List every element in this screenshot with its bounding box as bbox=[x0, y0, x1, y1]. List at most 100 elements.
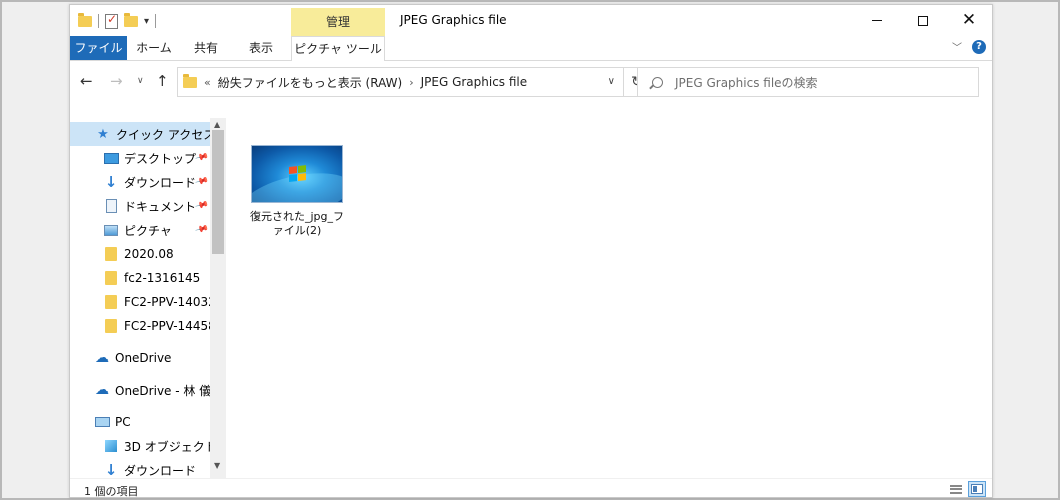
sidebar-item-folder[interactable]: fc2-1316145 bbox=[70, 266, 210, 290]
breadcrumb-separator[interactable]: › bbox=[402, 76, 420, 89]
help-icon[interactable]: ? bbox=[972, 39, 986, 54]
scroll-up-icon[interactable]: ▲ bbox=[214, 120, 220, 129]
sidebar-item-folder[interactable]: FC2-PPV-140325 bbox=[70, 290, 210, 314]
sidebar-item-folder[interactable]: 2020.08 bbox=[70, 242, 210, 266]
tab-share[interactable]: 共有 bbox=[185, 36, 227, 60]
folder-icon bbox=[103, 294, 119, 310]
sidebar-item-label: OneDrive bbox=[115, 351, 172, 365]
download-icon: ↓ bbox=[104, 173, 118, 191]
file-name-line: 復元された_jpg_フ bbox=[249, 210, 345, 223]
title-bar: ▾ 管理 JPEG Graphics file ✕ bbox=[70, 5, 992, 36]
up-arrow-icon[interactable]: ↑ bbox=[156, 72, 169, 90]
close-button[interactable]: ✕ bbox=[946, 5, 992, 36]
search-placeholder: JPEG Graphics fileの検索 bbox=[675, 75, 818, 90]
folder-icon bbox=[103, 246, 119, 262]
expand-ribbon-icon[interactable]: ﹀ bbox=[952, 39, 962, 54]
sidebar-item-documents[interactable]: ドキュメント 📌 bbox=[70, 194, 210, 218]
scroll-down-icon[interactable]: ▼ bbox=[214, 461, 220, 470]
pin-icon[interactable]: 📌 bbox=[194, 199, 209, 213]
pin-icon[interactable]: 📌 bbox=[194, 175, 209, 189]
search-icon bbox=[652, 76, 663, 88]
file-list-area[interactable]: 復元された_jpg_フ ァイル(2) bbox=[227, 118, 992, 478]
cloud-icon: ☁ bbox=[95, 350, 109, 366]
sidebar-item-label: FC2-PPV-140325 bbox=[124, 295, 210, 309]
forward-arrow-icon[interactable]: → bbox=[110, 72, 123, 90]
maximize-icon bbox=[918, 15, 928, 26]
ribbon-tabs: ファイル ホーム 共有 表示 ピクチャ ツール ﹀ ? bbox=[70, 36, 992, 61]
explorer-window: ▾ 管理 JPEG Graphics file ✕ ファイル ホーム 共有 表示… bbox=[69, 4, 993, 498]
file-item[interactable]: 復元された_jpg_フ ァイル(2) bbox=[249, 145, 345, 238]
large-icons-view-button[interactable] bbox=[968, 481, 986, 497]
sidebar-item-desktop[interactable]: デスクトップ 📌 bbox=[70, 146, 210, 170]
pictures-icon bbox=[103, 222, 119, 238]
folder-icon bbox=[78, 12, 92, 27]
sidebar-item-onedrive[interactable]: ☁ OneDrive bbox=[70, 346, 210, 370]
jpeg-thumbnail-icon bbox=[251, 145, 343, 203]
sidebar-item-label: クイック アクセス bbox=[116, 127, 210, 142]
sidebar-item-label: PC bbox=[115, 415, 131, 429]
sidebar-item-quick-access[interactable]: ★ クイック アクセス bbox=[70, 122, 210, 146]
breadcrumb-segment[interactable]: 紛失ファイルをもっと表示 (RAW) bbox=[218, 74, 402, 91]
minimize-button[interactable] bbox=[854, 5, 900, 36]
maximize-button[interactable] bbox=[900, 5, 946, 36]
window-title: JPEG Graphics file bbox=[400, 13, 507, 27]
pc-icon bbox=[94, 414, 110, 430]
details-view-button[interactable] bbox=[947, 481, 965, 497]
details-view-icon bbox=[950, 484, 962, 494]
pin-icon[interactable]: 📌 bbox=[194, 151, 209, 165]
navigation-pane: ★ クイック アクセス デスクトップ 📌 ↓ ダウンロード 📌 ドキュメント 📌… bbox=[70, 118, 226, 479]
address-history-dropdown-icon[interactable]: ∨ bbox=[608, 76, 615, 87]
ribbon-right-controls: ﹀ ? bbox=[952, 39, 986, 54]
folder-icon bbox=[103, 270, 119, 286]
tab-view[interactable]: 表示 bbox=[240, 36, 282, 60]
sidebar-item-label: fc2-1316145 bbox=[124, 271, 201, 285]
navigation-row: ← → ∨ ↑ « 紛失ファイルをもっと表示 (RAW) › JPEG Grap… bbox=[70, 62, 992, 102]
cloud-icon: ☁ bbox=[95, 382, 109, 398]
windows-logo-icon bbox=[289, 165, 307, 183]
sidebar-item-3d-objects[interactable]: 3D オブジェクト bbox=[70, 434, 210, 458]
sidebar-item-downloads[interactable]: ↓ ダウンロード 📌 bbox=[70, 170, 210, 194]
minimize-icon bbox=[872, 20, 882, 21]
sidebar-item-pictures[interactable]: ピクチャ 📌 bbox=[70, 218, 210, 242]
pin-icon[interactable]: 📌 bbox=[194, 223, 209, 237]
nav-pane-scrollbar[interactable]: ▲ ▼ bbox=[210, 118, 226, 478]
download-icon: ↓ bbox=[104, 461, 118, 479]
recent-locations-icon[interactable]: ∨ bbox=[137, 76, 144, 86]
sidebar-item-label: デスクトップ bbox=[124, 151, 197, 166]
view-switcher bbox=[947, 481, 986, 497]
folder-icon bbox=[103, 318, 119, 334]
properties-icon[interactable] bbox=[105, 12, 118, 29]
star-icon: ★ bbox=[97, 126, 109, 142]
qat-separator bbox=[155, 14, 157, 28]
status-bar: 1 個の項目 bbox=[70, 478, 992, 497]
tab-home[interactable]: ホーム bbox=[133, 36, 175, 60]
address-overflow[interactable]: « bbox=[197, 76, 218, 89]
close-icon: ✕ bbox=[961, 10, 977, 30]
sidebar-item-folder[interactable]: FC2-PPV-144581 bbox=[70, 314, 210, 338]
sidebar-item-label: ダウンロード bbox=[124, 175, 197, 190]
desktop-icon bbox=[103, 150, 119, 166]
back-arrow-icon[interactable]: ← bbox=[80, 72, 93, 90]
search-box[interactable]: JPEG Graphics fileの検索 bbox=[637, 67, 979, 97]
manage-contextual-tab[interactable]: 管理 bbox=[291, 8, 385, 36]
sidebar-item-label: ピクチャ bbox=[124, 223, 172, 238]
qat-separator bbox=[98, 14, 99, 28]
sidebar-item-label: ドキュメント bbox=[124, 199, 197, 214]
large-icons-view-icon bbox=[971, 484, 983, 494]
scroll-thumb[interactable] bbox=[212, 130, 224, 254]
breadcrumb-segment[interactable]: JPEG Graphics file bbox=[421, 75, 528, 89]
window-controls: ✕ bbox=[854, 5, 992, 36]
customize-qat-icon[interactable]: ▾ bbox=[144, 16, 149, 27]
sidebar-item-label: ダウンロード bbox=[124, 463, 197, 478]
sidebar-item-onedrive-business[interactable]: ☁ OneDrive - 林 儀政 bbox=[70, 378, 210, 402]
sidebar-item-label: OneDrive - 林 儀政 bbox=[115, 383, 210, 398]
address-bar[interactable]: « 紛失ファイルをもっと表示 (RAW) › JPEG Graphics fil… bbox=[177, 67, 624, 97]
folder-icon bbox=[183, 73, 197, 88]
tab-file[interactable]: ファイル bbox=[70, 36, 127, 60]
sidebar-item-label: 2020.08 bbox=[124, 247, 174, 261]
document-icon bbox=[103, 198, 119, 214]
sidebar-item-label: 3D オブジェクト bbox=[124, 439, 210, 454]
tab-picture-tools[interactable]: ピクチャ ツール bbox=[291, 36, 385, 61]
sidebar-item-pc[interactable]: PC bbox=[70, 410, 210, 434]
new-folder-icon[interactable] bbox=[124, 12, 138, 27]
